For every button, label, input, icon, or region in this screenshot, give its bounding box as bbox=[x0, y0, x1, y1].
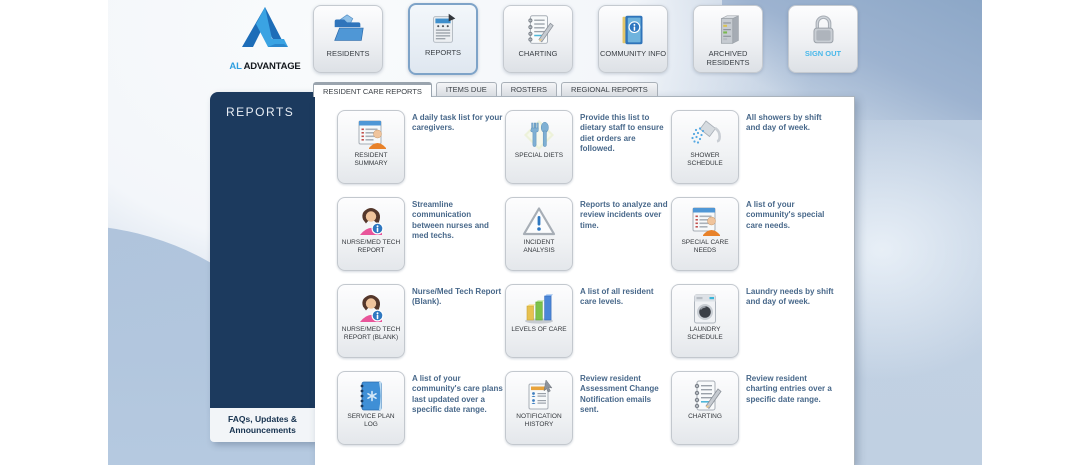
special-care-needs-icon bbox=[685, 202, 725, 238]
community-info-book-icon bbox=[614, 11, 652, 47]
report-description: Provide this list to dietary staff to en… bbox=[580, 113, 664, 154]
report-item: SPECIAL CARE NEEDS A list of your commun… bbox=[671, 197, 837, 284]
report-tile-label: SERVICE PLAN LOG bbox=[347, 413, 395, 429]
charting-clipboard-icon bbox=[519, 11, 557, 47]
report-tile-charting[interactable]: CHARTING bbox=[671, 371, 739, 445]
nav-button-residents[interactable]: RESIDENTS bbox=[313, 5, 383, 73]
report-description: A list of your community's care plans la… bbox=[412, 374, 503, 415]
sidebar-title: REPORTS bbox=[226, 105, 295, 119]
archived-cabinet-icon bbox=[709, 11, 747, 47]
tab-label: REGIONAL REPORTS bbox=[571, 85, 648, 94]
residents-folder-icon bbox=[329, 11, 367, 47]
notification-history-icon bbox=[519, 376, 559, 412]
report-tile-notification-history[interactable]: NOTIFICATION HISTORY bbox=[505, 371, 573, 445]
nav-button-sign-out[interactable]: SIGN OUT bbox=[788, 5, 858, 73]
report-tile-label: INCIDENT ANALYSIS bbox=[523, 239, 555, 255]
reports-document-icon bbox=[424, 10, 462, 46]
brand-secondary: ADVANTAGE bbox=[243, 61, 301, 72]
report-item: LAUNDRY SCHEDULE Laundry needs by shift … bbox=[671, 284, 837, 371]
sidebar: REPORTS bbox=[210, 92, 315, 408]
report-tabs: RESIDENT CARE REPORTS ITEMS DUE ROSTERS REG… bbox=[313, 82, 658, 97]
report-description: Reports to analyze and review incidents … bbox=[580, 200, 668, 230]
charting-entries-icon bbox=[685, 376, 725, 412]
report-tile-label: LEVELS OF CARE bbox=[511, 326, 567, 333]
nav-button-label: REPORTS bbox=[424, 48, 462, 57]
nav-button-charting[interactable]: CHARTING bbox=[503, 5, 573, 73]
nurse-med-tech-icon bbox=[351, 289, 391, 325]
report-description: All showers by shift and day of week. bbox=[746, 113, 822, 133]
al-advantage-logo-text: AL ADVANTAGE bbox=[223, 61, 307, 72]
report-description: Review resident charting entries over a … bbox=[746, 374, 832, 404]
al-advantage-logo: AL ADVANTAGE bbox=[223, 6, 307, 72]
main-panel: RESIDENT SUMMARY A daily task list for y… bbox=[315, 96, 855, 465]
nav-button-community-info[interactable]: COMMUNITY INFO bbox=[598, 5, 668, 73]
sidebar-faq-link[interactable]: FAQs, Updates & Announcements bbox=[210, 408, 315, 442]
laundry-schedule-icon bbox=[685, 289, 725, 325]
resident-summary-icon bbox=[351, 115, 391, 151]
report-tile-special-care-needs[interactable]: SPECIAL CARE NEEDS bbox=[671, 197, 739, 271]
report-item: LEVELS OF CARE A list of all resident ca… bbox=[505, 284, 671, 371]
report-tile-label: RESIDENT SUMMARY bbox=[354, 152, 388, 168]
report-item: SHOWER SCHEDULE All showers by shift and… bbox=[671, 110, 837, 197]
tab-label: RESIDENT CARE REPORTS bbox=[323, 86, 422, 96]
report-description: A list of all resident care levels. bbox=[580, 287, 654, 307]
tab-resident-care-reports[interactable]: RESIDENT CARE REPORTS bbox=[313, 82, 432, 97]
report-tile-shower-schedule[interactable]: SHOWER SCHEDULE bbox=[671, 110, 739, 184]
report-description: A daily task list for your caregivers. bbox=[412, 113, 503, 133]
report-tile-special-diets[interactable]: SPECIAL DIETS bbox=[505, 110, 573, 184]
report-tile-label: NURSE/MED TECH REPORT (BLANK) bbox=[341, 326, 401, 342]
al-advantage-logo-mark bbox=[242, 7, 288, 47]
nav-button-label: RESIDENTS bbox=[326, 49, 370, 58]
report-tile-label: NURSE/MED TECH REPORT bbox=[341, 239, 401, 255]
report-tile-incident-analysis[interactable]: INCIDENT ANALYSIS bbox=[505, 197, 573, 271]
report-tile-service-plan-log[interactable]: SERVICE PLAN LOG bbox=[337, 371, 405, 445]
tab-regional-reports[interactable]: REGIONAL REPORTS bbox=[561, 82, 658, 96]
report-tile-nurse-med-tech-report-blank-[interactable]: NURSE/MED TECH REPORT (BLANK) bbox=[337, 284, 405, 358]
tab-rosters[interactable]: ROSTERS bbox=[500, 82, 558, 96]
nurse-med-tech-icon bbox=[351, 202, 391, 238]
report-tile-levels-of-care[interactable]: LEVELS OF CARE bbox=[505, 284, 573, 358]
nav-button-archived-residents[interactable]: ARCHIVED RESIDENTS bbox=[693, 5, 763, 73]
report-item: NURSE/MED TECH REPORT (BLANK) Nurse/Med … bbox=[337, 284, 505, 371]
incident-analysis-icon bbox=[519, 202, 559, 238]
sign-out-lock-icon bbox=[804, 11, 842, 47]
nav-button-label: ARCHIVED RESIDENTS bbox=[706, 49, 750, 67]
report-description: Nurse/Med Tech Report (Blank). bbox=[412, 287, 502, 307]
sidebar-faq-label: FAQs, Updates & Announcements bbox=[228, 413, 297, 435]
report-tile-label: NOTIFICATION HISTORY bbox=[516, 413, 562, 429]
tab-items-due[interactable]: ITEMS DUE bbox=[435, 82, 497, 96]
report-description: A list of your community's special care … bbox=[746, 200, 825, 230]
report-tile-resident-summary[interactable]: RESIDENT SUMMARY bbox=[337, 110, 405, 184]
special-diets-icon bbox=[519, 115, 559, 151]
report-tile-laundry-schedule[interactable]: LAUNDRY SCHEDULE bbox=[671, 284, 739, 358]
nav-button-reports[interactable]: REPORTS bbox=[408, 3, 478, 75]
tab-label: ROSTERS bbox=[510, 85, 548, 94]
report-item: SERVICE PLAN LOG A list of your communit… bbox=[337, 371, 505, 458]
brand-primary: AL bbox=[229, 61, 242, 72]
report-item: SPECIAL DIETS Provide this list to dieta… bbox=[505, 110, 671, 197]
report-description: Streamline communication between nurses … bbox=[412, 200, 489, 241]
report-description: Laundry needs by shift and day of week. bbox=[746, 287, 834, 307]
report-tile-label: SPECIAL CARE NEEDS bbox=[681, 239, 729, 255]
report-tile-label: SPECIAL DIETS bbox=[514, 152, 564, 159]
report-tile-nurse-med-tech-report[interactable]: NURSE/MED TECH REPORT bbox=[337, 197, 405, 271]
report-item: CHARTING Review resident charting entrie… bbox=[671, 371, 837, 458]
report-tile-label: SHOWER SCHEDULE bbox=[687, 152, 723, 168]
reports-grid: RESIDENT SUMMARY A daily task list for y… bbox=[337, 110, 837, 458]
report-item: INCIDENT ANALYSIS Reports to analyze and… bbox=[505, 197, 671, 284]
shower-schedule-icon bbox=[685, 115, 725, 151]
report-description: Review resident Assessment Change Notifi… bbox=[580, 374, 659, 415]
report-item: RESIDENT SUMMARY A daily task list for y… bbox=[337, 110, 505, 197]
nav-button-label: CHARTING bbox=[518, 49, 558, 58]
report-item: NOTIFICATION HISTORY Review resident Ass… bbox=[505, 371, 671, 458]
levels-of-care-icon bbox=[519, 289, 559, 325]
nav-button-label: SIGN OUT bbox=[804, 49, 842, 58]
report-item: NURSE/MED TECH REPORT Streamline communi… bbox=[337, 197, 505, 284]
report-tile-label: CHARTING bbox=[688, 413, 722, 420]
service-plan-log-icon bbox=[351, 376, 391, 412]
report-tile-label: LAUNDRY SCHEDULE bbox=[687, 326, 723, 342]
nav-button-label: COMMUNITY INFO bbox=[599, 49, 667, 58]
tab-label: ITEMS DUE bbox=[445, 85, 487, 94]
